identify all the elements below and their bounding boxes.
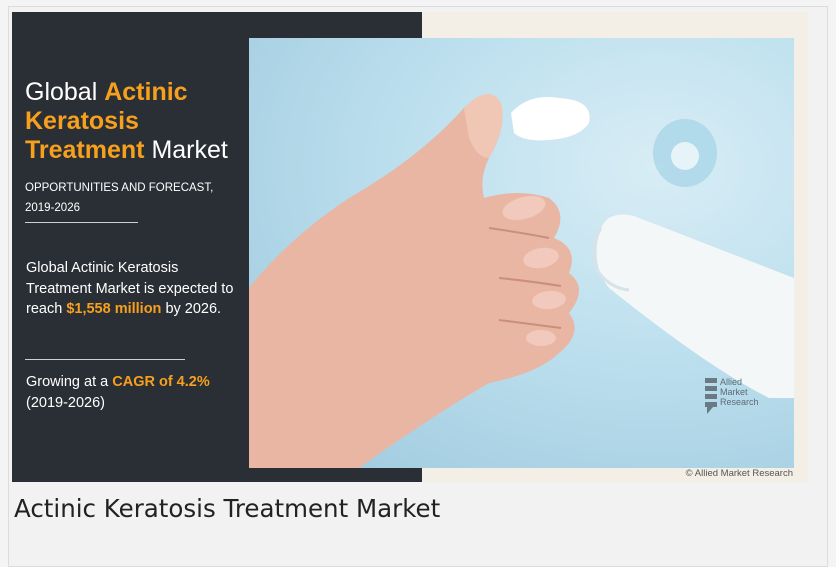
watermark-text: Allied Market Research [720,377,759,407]
hand-cream-photo: Allied Market Research [249,38,794,468]
growth-statement: Growing at a CAGR of 4.2% (2019-2026) [26,372,246,413]
image-caption: Actinic Keratosis Treatment Market [14,494,441,523]
statement-years: (2019-2026) [26,394,105,411]
headline-highlight: Actinic [104,78,188,106]
market-value-highlight: $1,558 million [66,301,162,317]
watermark-line: Research [720,397,759,407]
subhead-line: OPPORTUNITIES AND FORECAST, [25,182,214,194]
market-value-statement: Global Actinic Keratosis Treatment Marke… [26,258,246,320]
fingernail [526,330,556,346]
headline-word: Global [25,78,98,106]
watermark-line: Market [720,387,748,397]
cream-dollop [511,97,590,141]
infographic-headline: Global Actinic Keratosis Treatment Marke… [25,78,265,165]
subhead-years: 2019-2026 [25,202,80,214]
market-infographic[interactable]: Global Actinic Keratosis Treatment Marke… [12,12,808,482]
headline-highlight: Treatment [25,136,145,164]
watermark-line: Allied [720,377,743,387]
divider [25,359,185,360]
divider [25,222,138,223]
cagr-highlight: CAGR of 4.2% [112,374,210,390]
headline-highlight: Keratosis [25,107,139,135]
statement-text: Growing at a [26,374,109,390]
forecast-subheading: OPPORTUNITIES AND FORECAST, 2019-2026 [25,178,225,218]
amr-logo-icon [705,378,717,414]
statement-text: by 2026. [165,301,222,317]
cream-dab [671,142,699,170]
cream-tube [596,214,794,398]
allied-market-research-watermark: Allied Market Research [704,376,784,418]
copyright-credit: © Allied Market Research [685,468,793,479]
headline-word: Market [151,136,228,164]
